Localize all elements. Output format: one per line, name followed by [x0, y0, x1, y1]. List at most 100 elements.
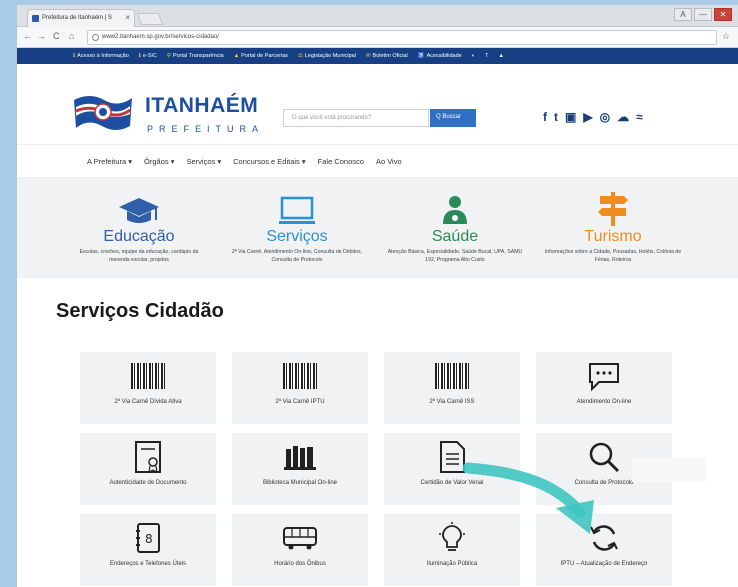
category-name: Turismo: [584, 228, 642, 245]
refresh-icon: [590, 525, 618, 551]
favicon-icon: [32, 15, 39, 22]
barcode-icon: [283, 363, 317, 389]
magnifier-icon: [589, 442, 620, 473]
barcode-icon: [131, 363, 165, 389]
govbar-item[interactable]: ⚖ Legislação Municipal: [298, 53, 356, 59]
itanhaem-flag-logo[interactable]: [72, 90, 134, 136]
browser-tab[interactable]: Prefeitura de Itanhaém | S ×: [27, 9, 135, 27]
govbar-item[interactable]: ℹ Acesso à Informação: [73, 53, 129, 59]
category-description: Informações sobre a Cidade, Pousadas, Ho…: [544, 249, 682, 263]
rss-icon[interactable]: ≈: [636, 110, 643, 124]
service-card[interactable]: Autenticidade de Documento: [80, 433, 216, 505]
govbar-item[interactable]: ♿ Acessibilidade: [418, 53, 462, 59]
menu-item-orgaos[interactable]: Órgãos ▾: [144, 157, 174, 166]
lightbulb-icon: [439, 522, 465, 551]
graduation-cap-icon: [119, 198, 159, 223]
new-tab-button[interactable]: [136, 13, 164, 25]
site-info-icon[interactable]: [92, 34, 99, 41]
bookmark-star-icon[interactable]: ☆: [722, 31, 730, 42]
font-size-icon[interactable]: T: [485, 53, 488, 59]
service-label: Iluminação Pública: [426, 561, 478, 567]
flickr-icon[interactable]: ▣: [565, 110, 576, 124]
search-icon: ⚲: [166, 53, 171, 59]
svg-text:8: 8: [145, 532, 153, 546]
category-servicos[interactable]: Serviços 2ª Via Carnê, Atendimento On-li…: [227, 188, 367, 264]
service-card[interactable]: Iluminação Pública: [384, 514, 520, 586]
category-description: 2ª Via Carnê, Atendimento On-line, Consu…: [231, 249, 363, 263]
window-close-button[interactable]: ✕: [714, 8, 732, 21]
service-card[interactable]: 2ª Via Carnê ISS: [384, 352, 520, 424]
home-button[interactable]: ⌂: [69, 31, 74, 41]
instagram-icon[interactable]: ◎: [600, 110, 610, 124]
soundcloud-icon[interactable]: ☁: [617, 110, 629, 124]
service-card[interactable]: Certidão de Valor Venal: [384, 433, 520, 505]
contrast-icon[interactable]: ◐: [472, 53, 475, 59]
site-title[interactable]: ITANHAÉM: [145, 94, 258, 118]
category-saude[interactable]: Saúde Atenção Básica, Especialidade, Saú…: [385, 188, 525, 264]
address-bar[interactable]: www2.itanhaem.sp.gov.br/servicos-cidadao…: [87, 30, 717, 45]
govbar-item[interactable]: ✉ Boletim Oficial: [366, 53, 408, 59]
envelope-icon: ✉: [365, 53, 371, 59]
service-label: Atendimento On-line: [576, 399, 632, 405]
youtube-icon[interactable]: ▶: [583, 110, 592, 124]
service-card[interactable]: 2ª Via Carnê Dívida Ativa: [80, 352, 216, 424]
service-label: IPTU – Atualização de Endereço: [560, 561, 648, 567]
twitter-icon[interactable]: t: [554, 110, 558, 124]
menu-item-prefeitura[interactable]: A Prefeitura ▾: [87, 157, 132, 166]
service-label: Endereços e Telefones Úteis: [109, 561, 187, 567]
service-label: 2ª Via Carnê IPTU: [275, 399, 325, 405]
service-label: Biblioteca Municipal On-line: [262, 480, 338, 486]
books-icon: [284, 446, 316, 470]
category-turismo[interactable]: Turismo Informações sobre a Cidade, Pous…: [543, 188, 683, 264]
government-bar: ℹ Acesso à Informação ℹ e-SIC ⚲ Portal Tran…: [17, 48, 738, 64]
chat-icon: [589, 363, 619, 391]
site-subtitle: PREFEITURA: [147, 124, 265, 134]
reload-button[interactable]: C: [53, 31, 60, 41]
service-card[interactable]: IPTU – Atualização de Endereço: [536, 514, 672, 586]
doctor-icon: [443, 196, 467, 224]
category-name: Saúde: [431, 228, 479, 245]
govbar-item[interactable]: ℹ e-SIC: [139, 53, 157, 59]
facebook-icon[interactable]: f: [543, 110, 547, 124]
window-controls: A — ✕: [674, 8, 732, 21]
service-label: Horário dos Ônibus: [274, 561, 326, 567]
signpost-icon: [598, 192, 628, 226]
page-title: Serviços Cidadão: [56, 300, 224, 322]
service-label: Autenticidade de Documento: [109, 480, 187, 486]
category-educacao[interactable]: Educação Escolas, creches, equipe da edu…: [69, 188, 209, 264]
info-icon: ℹ: [73, 53, 76, 59]
bus-icon: [283, 527, 317, 550]
window-minimize-button[interactable]: —: [694, 8, 712, 21]
tab-title: Prefeitura de Itanhaém | S: [42, 15, 112, 21]
scale-icon: ⚖: [297, 53, 303, 59]
alert-icon[interactable]: ▲: [498, 53, 503, 59]
window-user-button[interactable]: A: [674, 8, 692, 21]
category-name: Serviços: [266, 228, 328, 245]
govbar-item[interactable]: ⚲ Portal Transparência: [167, 53, 224, 59]
search-button[interactable]: Q Buscar: [430, 109, 476, 127]
back-button[interactable]: ←: [23, 31, 32, 41]
service-card[interactable]: 8 Endereços e Telefones Úteis: [80, 514, 216, 586]
social-links: f t ▣ ▶ ◎ ☁ ≈: [543, 110, 643, 124]
service-card[interactable]: Horário dos Ônibus: [232, 514, 368, 586]
category-description: Atenção Básica, Especialidade, Saúde Buc…: [387, 249, 523, 263]
menu-item-concursos[interactable]: Concursos e Editais ▾: [233, 157, 306, 166]
service-card[interactable]: Atendimento On-line: [536, 352, 672, 424]
document-icon: [440, 441, 465, 473]
menu-item-ao-vivo[interactable]: Ao Vivo: [376, 157, 402, 166]
tab-bar: Prefeitura de Itanhaém | S × A — ✕: [17, 5, 738, 27]
govbar-item[interactable]: ▲ Portal de Parcerias: [234, 53, 288, 59]
certificate-icon: [135, 441, 161, 474]
forward-button[interactable]: →: [37, 31, 46, 41]
service-label: 2ª Via Carnê ISS: [429, 399, 475, 405]
tab-close-icon[interactable]: ×: [125, 13, 130, 22]
service-card[interactable]: Biblioteca Municipal On-line: [232, 433, 368, 505]
search-input[interactable]: O que você está procurando?: [283, 109, 429, 127]
address-book-icon: 8: [136, 523, 160, 553]
site-header: ITANHAÉM PREFEITURA O que você está proc…: [17, 64, 738, 144]
service-card[interactable]: 2ª Via Carnê IPTU: [232, 352, 368, 424]
menu-item-servicos[interactable]: Serviços ▾: [187, 157, 222, 166]
barcode-icon: [435, 363, 469, 389]
menu-item-fale-conosco[interactable]: Fale Conosco: [318, 157, 364, 166]
info-icon: ℹ: [138, 53, 141, 59]
